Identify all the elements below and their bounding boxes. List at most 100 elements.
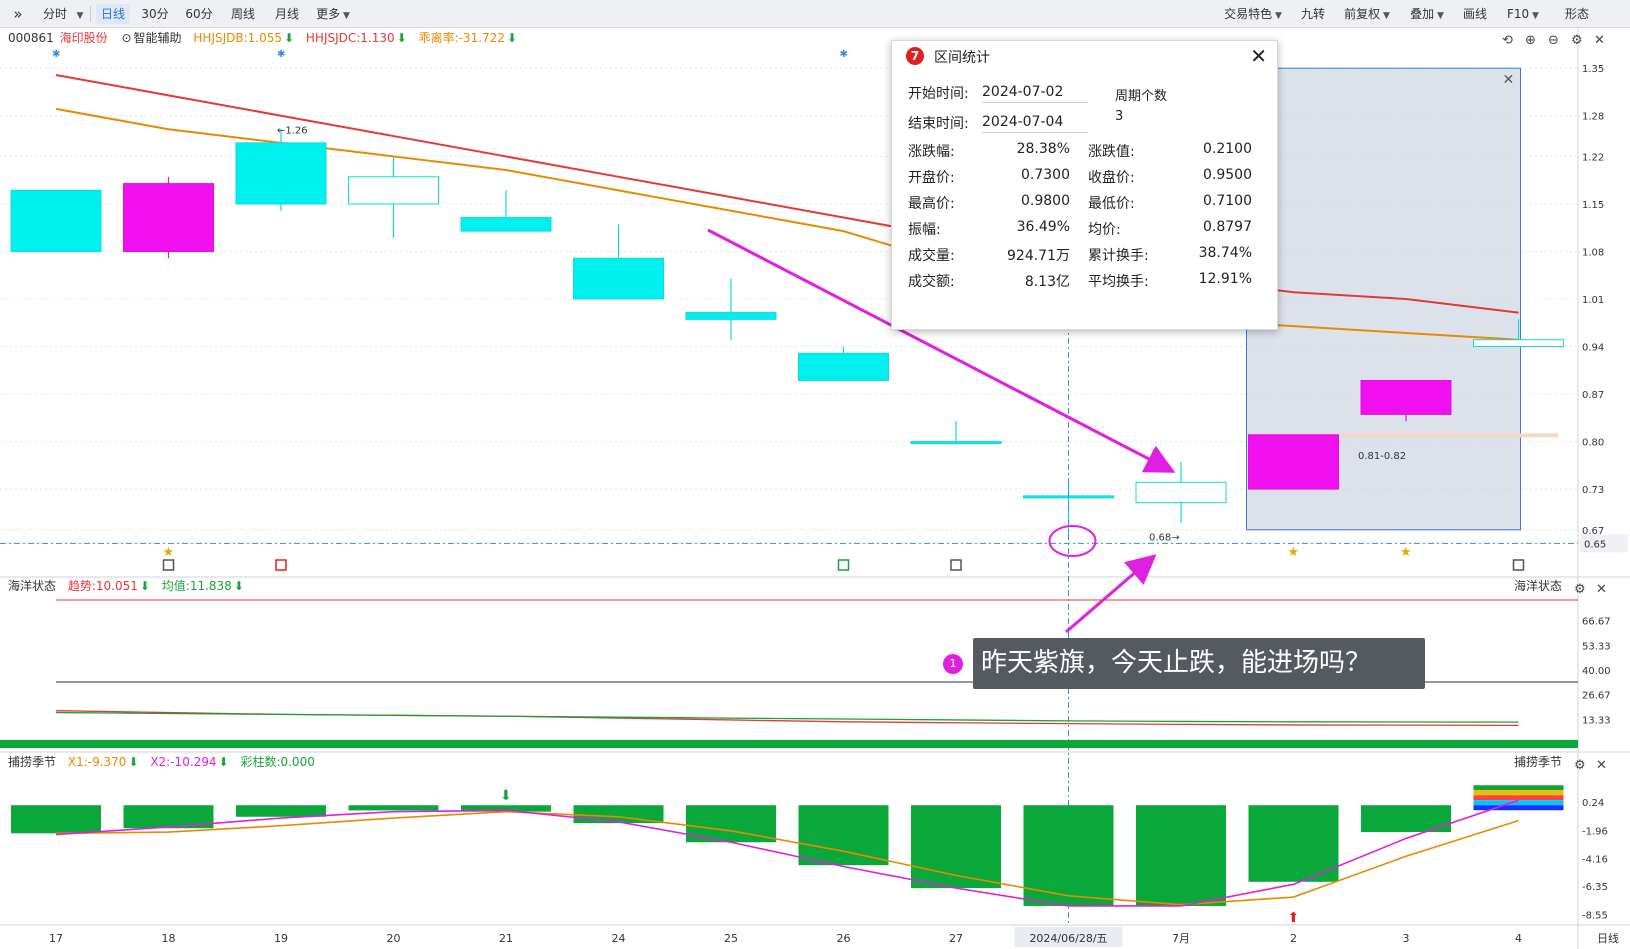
ocean-axis-label: 26.67 (1582, 691, 1611, 702)
date-axis-label: 4 (1515, 932, 1522, 945)
star-marker-icon: ★ (1400, 545, 1412, 560)
chart-control-icon: ⚙ (1571, 33, 1583, 48)
annotation-bubble[interactable]: 昨天紫旗，今天止跌，能进场吗？ (973, 638, 1425, 689)
dialog-header: 7 区间统计 ✕ (892, 41, 1277, 71)
fishing-color-bar (1473, 785, 1564, 791)
fishing-bar (798, 805, 889, 866)
ocean-axis-label: 40.00 (1582, 666, 1611, 677)
chart-canvas[interactable]: 1.35 1.28 1.22 1.15 1.08 1.01 0.94 0.87 0.80 0.73… (0, 0, 1630, 949)
fishing-bar (236, 805, 326, 817)
star-marker-icon: ✱ (840, 49, 848, 60)
candle-body (1473, 339, 1564, 348)
end-time-input[interactable] (982, 111, 1088, 133)
period-count-label: 周期个数 (1115, 89, 1168, 104)
candle-body (1135, 481, 1227, 504)
star-marker-icon: ✱ (52, 49, 60, 60)
fishing-bar (1248, 805, 1339, 882)
start-time-input[interactable] (982, 81, 1088, 103)
fishing-axis-label: 0.24 (1582, 798, 1604, 809)
stat-label: 涨跌值: (1088, 144, 1135, 160)
price-axis-label: 1.28 (1582, 112, 1604, 123)
candle-body (685, 312, 777, 320)
date-axis-label: 25 (724, 932, 738, 945)
candle-body (348, 176, 439, 205)
stat-value: 8.13亿 (1024, 274, 1070, 290)
highlight-circle (1048, 525, 1097, 557)
sell-signal-icon: ⬇ (500, 788, 512, 804)
panel-control-icon: ⚙ (1574, 582, 1586, 597)
ocean-green-band (0, 740, 1578, 748)
panel-control-icon: ✕ (1596, 758, 1607, 773)
event-marker-icon (162, 559, 175, 571)
stat-value: 0.7100 (1203, 193, 1252, 209)
date-axis-label: 20 (387, 932, 401, 945)
panel-control-icon: ✕ (1596, 582, 1607, 597)
stat-label: 收盘价: (1088, 170, 1135, 186)
candle-body (573, 257, 664, 300)
price-axis-label: 0.87 (1582, 390, 1604, 401)
date-axis-label: 17 (49, 932, 63, 945)
fishing-color-bar (1473, 795, 1564, 801)
ocean-axis-label: 13.33 (1582, 715, 1611, 726)
stat-value: 0.2100 (1203, 141, 1252, 157)
candle-body (798, 352, 889, 381)
ocean-axis-label: 66.67 (1582, 617, 1611, 628)
price-axis-label: 0.94 (1582, 343, 1604, 354)
stat-label: 最高价: (908, 196, 955, 212)
event-marker-icon (950, 559, 962, 571)
fishing-bar (11, 805, 101, 834)
stat-value: 28.38% (1016, 141, 1070, 157)
end-time-label: 结束时间: (908, 116, 969, 132)
stat-value: 38.74% (1198, 245, 1252, 261)
event-marker-icon (1512, 559, 1525, 571)
candle-body (10, 189, 102, 252)
stat-label: 振幅: (908, 222, 941, 238)
fishing-bar (348, 805, 439, 811)
date-axis-label: 21 (499, 932, 513, 945)
date-axis-label: 26 (837, 932, 851, 945)
annotation-number-badge: 1 (943, 654, 963, 674)
star-marker-icon: ★ (163, 545, 175, 560)
candle-body (460, 217, 552, 232)
high-price-annotation: ←1.26 (277, 125, 308, 136)
stat-value: 0.8797 (1203, 219, 1252, 235)
stat-label: 开盘价: (908, 170, 955, 186)
start-time-label: 开始时间: (908, 86, 969, 102)
period-axis-label: 日线 (1597, 931, 1619, 945)
fishing-axis-label: -1.96 (1582, 826, 1608, 837)
stat-label: 成交额: (908, 274, 955, 290)
candle-body (910, 441, 1002, 445)
stat-value: 0.9500 (1203, 167, 1252, 183)
fishing-axis-label: -4.16 (1582, 854, 1608, 865)
stat-value: 0.7300 (1021, 167, 1070, 183)
price-axis-label: 0.80 (1582, 438, 1604, 449)
fishing-color-bar (1473, 790, 1564, 796)
pointer-arrow (1065, 554, 1157, 634)
star-marker-icon: ✱ (277, 49, 285, 60)
range-stats-dialog: 7 区间统计 ✕ 开始时间: 结束时间: 周期个数 3 涨跌幅: 28.38% 涨跌… (891, 40, 1278, 330)
price-axis-label: 1.15 (1582, 200, 1604, 211)
stat-value: 0.9800 (1021, 193, 1070, 209)
date-axis-label: 18 (162, 932, 176, 945)
event-marker-icon (275, 559, 287, 571)
chart-control-icon: ⟲ (1502, 33, 1513, 48)
period-count-value: 3 (1115, 109, 1124, 124)
ocean-axis-label: 53.33 (1582, 641, 1611, 652)
stat-value: 12.91% (1198, 271, 1252, 287)
close-icon[interactable]: ✕ (1250, 44, 1267, 68)
price-axis-label: 0.73 (1582, 485, 1604, 496)
date-axis-label: 2 (1290, 932, 1297, 945)
stat-label: 均价: (1088, 222, 1121, 238)
chart-control-icon: ✕ (1594, 33, 1605, 48)
price-axis-label: 1.35 (1582, 64, 1604, 75)
current-price-label: 0.65 (1584, 539, 1606, 550)
stat-label: 涨跌幅: (908, 144, 955, 160)
stat-label: 平均换手: (1088, 274, 1149, 290)
price-axis-label: 1.01 (1582, 295, 1604, 306)
stat-label: 最低价: (1088, 196, 1135, 212)
app-logo-icon: 7 (906, 47, 924, 65)
fishing-bar (1136, 805, 1226, 906)
price-axis-label: 1.08 (1582, 247, 1604, 258)
stat-value: 924.71万 (1007, 248, 1070, 264)
candle-body (1360, 379, 1452, 415)
